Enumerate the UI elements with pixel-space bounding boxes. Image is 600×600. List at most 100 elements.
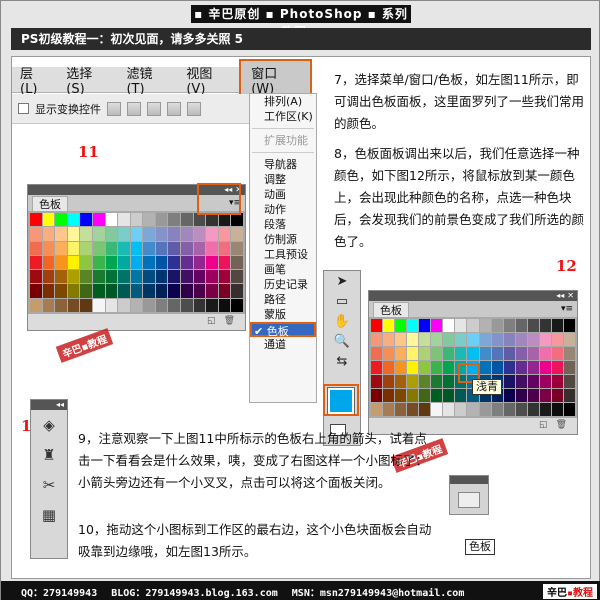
swatch-cell[interactable] [218,270,231,284]
swatch-cell[interactable] [30,298,42,312]
swatch-cell[interactable] [143,241,155,255]
swatch-cell[interactable] [563,347,575,360]
menu-item-brushes[interactable]: 画笔 [250,262,316,277]
swatch-cell[interactable] [551,403,563,416]
menu-item-history[interactable]: 历史记录 [250,277,316,292]
swatch-cell[interactable] [55,227,67,241]
swatch-cell[interactable] [118,241,130,255]
swatch-cell[interactable] [539,319,551,332]
marquee-tool-icon[interactable]: ▭ [324,291,360,311]
swatch-cell[interactable] [491,403,503,416]
swatch-cell[interactable] [143,270,155,284]
swatch-cell[interactable] [371,375,383,388]
swatch-cell[interactable] [42,255,55,270]
swatch-cell[interactable] [105,298,118,312]
menu-item-navigator[interactable]: 导航器 [250,157,316,172]
swatch-cell[interactable] [443,333,455,346]
swatch-cell[interactable] [395,347,407,360]
swatch-cell[interactable] [92,227,105,241]
new-swatch-icon[interactable]: ◱ [207,316,216,326]
swatch-cell[interactable] [395,389,407,402]
swatch-cell[interactable] [42,284,55,298]
footer-msn[interactable]: MSN：msn279149943@hotmail.com [292,584,465,599]
swatch-cell[interactable] [130,255,143,270]
swatch-cell[interactable] [383,333,395,346]
swatch-cell[interactable] [218,284,231,298]
panel-menu-icon[interactable]: ▾≡ [229,198,241,208]
swatch-cell[interactable] [407,375,419,388]
swatch-cell[interactable] [407,389,419,402]
swatch-cell[interactable] [155,284,168,298]
swatch-cell[interactable] [563,333,575,346]
swatch-cell[interactable] [181,227,193,241]
swatch-cell[interactable] [231,255,243,270]
swatch-cell[interactable] [383,403,395,416]
swatch-cell[interactable] [443,319,455,332]
swap-colors-icon[interactable]: ⇆ [324,351,360,371]
swatch-cell[interactable] [181,213,193,227]
swatch-cell[interactable] [527,389,539,402]
swatch-cell[interactable] [130,270,143,284]
tab-swatches[interactable]: 色板 [373,301,409,317]
footer-blog[interactable]: BLOG：279149943.blog.163.com [111,584,278,599]
swatch-cell[interactable] [479,361,491,374]
swatch-cell[interactable] [419,361,431,374]
menu-item-animation[interactable]: 动画 [250,187,316,202]
swatch-cell[interactable] [105,227,118,241]
swatch-cell[interactable] [515,333,527,346]
swatch-cell[interactable] [479,333,491,346]
swatch-cell[interactable] [55,213,67,227]
swatch-cell[interactable] [55,298,67,312]
layers-icon[interactable]: ◈ [31,410,67,440]
menu-item-swatches[interactable]: ✔ 色板 [250,322,316,338]
swatch-cell[interactable] [563,389,575,402]
swatch-cell[interactable] [105,270,118,284]
menu-item-extensions[interactable]: 扩展功能 [250,133,316,148]
swatch-cell[interactable] [419,389,431,402]
menu-item-masks[interactable]: 蒙版 [250,307,316,322]
swatch-cell[interactable] [515,375,527,388]
swatch-cell[interactable] [155,213,168,227]
swatch-cell[interactable] [193,241,206,255]
swatch-cell[interactable] [231,227,243,241]
swatch-cell[interactable] [539,403,551,416]
hand-tool-icon[interactable]: ✋ [324,311,360,331]
swatch-cell[interactable] [155,298,168,312]
swatch-cell[interactable] [105,284,118,298]
menu-view[interactable]: 视图(V) [178,63,239,97]
swatch-cell[interactable] [527,361,539,374]
swatch-cell[interactable] [539,375,551,388]
swatch-cell[interactable] [527,319,539,332]
swatch-cell[interactable] [443,403,455,416]
menu-item-paragraph[interactable]: 段落 [250,217,316,232]
swatch-cell[interactable] [42,270,55,284]
swatch-cell[interactable] [455,319,467,332]
swatch-cell[interactable] [407,403,419,416]
align-top-icon[interactable] [107,101,121,116]
swatch-cell[interactable] [395,403,407,416]
swatch-cell[interactable] [168,270,181,284]
swatch-cell[interactable] [118,284,130,298]
swatch-cell[interactable] [419,403,431,416]
swatch-cell[interactable] [491,319,503,332]
collapsed-swatches-icon[interactable] [449,475,489,515]
swatch-cell[interactable] [80,241,92,255]
swatch-cell[interactable] [168,241,181,255]
swatch-cell[interactable] [443,389,455,402]
trash-icon[interactable]: 🗑 [556,420,567,430]
swatch-cell[interactable] [515,361,527,374]
swatch-cell[interactable] [42,298,55,312]
swatch-cell[interactable] [92,270,105,284]
swatch-cell[interactable] [515,319,527,332]
swatch-cell[interactable] [67,241,80,255]
swatch-cell[interactable] [92,255,105,270]
swatch-cell[interactable] [431,389,443,402]
swatch-cell[interactable] [30,255,42,270]
swatch-cell[interactable] [455,375,467,388]
swatch-cell[interactable] [431,347,443,360]
swatch-cell[interactable] [92,284,105,298]
swatch-cell[interactable] [30,227,42,241]
swatch-cell[interactable] [118,255,130,270]
collapse-arrows-icon[interactable]: ◂◂ [556,292,564,300]
swatch-cell[interactable] [105,213,118,227]
